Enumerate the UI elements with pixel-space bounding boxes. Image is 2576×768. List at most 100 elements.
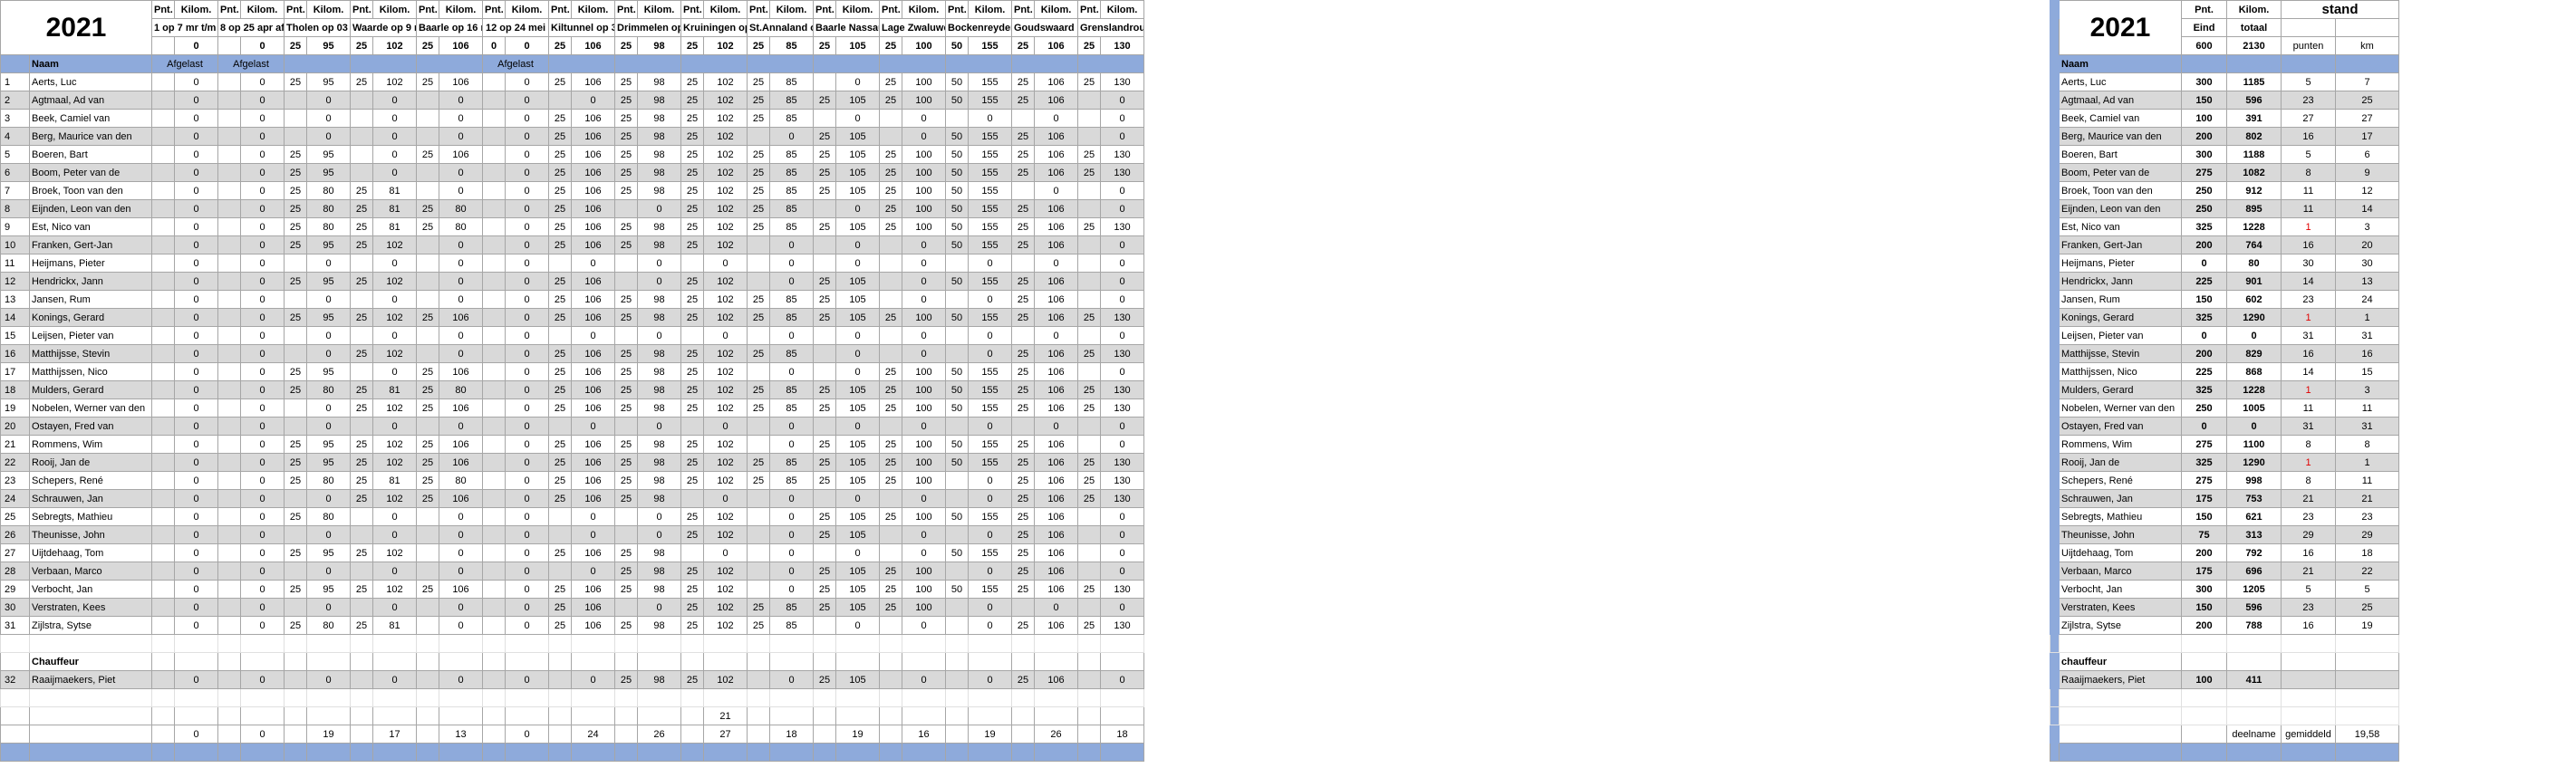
rider-pnt[interactable]: 25 <box>747 344 770 363</box>
rider-pnt[interactable] <box>217 72 241 91</box>
rider-pnt[interactable]: 25 <box>284 616 307 635</box>
empty-cell[interactable] <box>482 652 506 671</box>
rider-km[interactable]: 102 <box>703 235 748 254</box>
rider-pnt[interactable] <box>945 254 969 273</box>
rider-km[interactable]: 0 <box>769 580 814 599</box>
rider-km[interactable]: 102 <box>372 398 417 418</box>
km-header[interactable]: Kilom. <box>902 0 946 19</box>
rider-km[interactable]: 0 <box>240 272 285 291</box>
total-km[interactable]: 1188 <box>2226 145 2282 164</box>
rider-pnt[interactable]: 25 <box>548 453 572 472</box>
rider-km[interactable]: 85 <box>769 145 814 164</box>
rider-pnt[interactable] <box>482 362 506 381</box>
pnt-header[interactable]: Pnt. <box>680 0 704 19</box>
rider-pnt[interactable] <box>1077 362 1101 381</box>
participant-count[interactable]: 16 <box>902 725 946 744</box>
rank-km[interactable]: 13 <box>2334 272 2400 291</box>
band-cell[interactable] <box>2281 743 2336 762</box>
rider-row[interactable]: 24 Schrauwen, Jan 0 0 0 25 102 25 106 0 25 106 25 98 0… <box>0 489 1144 508</box>
afgelast-label[interactable]: Afgelast <box>482 54 549 73</box>
rider-km[interactable]: 106 <box>571 272 615 291</box>
extra-value[interactable] <box>505 706 549 725</box>
rider-pnt[interactable] <box>614 254 638 273</box>
rank-km[interactable]: 15 <box>2334 362 2400 381</box>
rider-pnt[interactable]: 25 <box>680 453 704 472</box>
rider-pnt[interactable] <box>284 326 307 345</box>
rider-km[interactable]: 106 <box>1034 580 1078 599</box>
total-km[interactable]: 753 <box>2226 489 2282 508</box>
rider-km[interactable]: 0 <box>240 525 285 544</box>
rider-km[interactable]: 0 <box>505 109 549 128</box>
rider-pnt[interactable] <box>151 562 175 581</box>
rider-pnt[interactable] <box>813 362 836 381</box>
rider-km[interactable]: 0 <box>571 417 615 436</box>
rider-pnt[interactable] <box>1077 199 1101 218</box>
rider-name[interactable]: Verstraten, Kees <box>2059 598 2182 617</box>
rank-km[interactable]: 20 <box>2334 235 2400 254</box>
rider-pnt[interactable]: 25 <box>614 616 638 635</box>
rider-km[interactable]: 80 <box>439 199 483 218</box>
total-km[interactable]: 596 <box>2226 91 2282 110</box>
rider-km[interactable]: 102 <box>703 453 748 472</box>
rider-km[interactable]: 0 <box>240 507 285 526</box>
rider-km[interactable]: 0 <box>306 562 351 581</box>
max-km-total[interactable]: 2130 <box>2226 36 2282 55</box>
afgelast-label[interactable] <box>747 54 814 73</box>
rider-km[interactable]: 105 <box>835 598 880 617</box>
rank-points[interactable]: 11 <box>2281 398 2336 418</box>
rider-pnt[interactable] <box>350 507 373 526</box>
rider-km[interactable]: 95 <box>306 272 351 291</box>
max-km[interactable]: 95 <box>306 36 351 55</box>
band-cell[interactable] <box>1077 743 1101 762</box>
rider-pnt[interactable] <box>548 417 572 436</box>
standing-row[interactable]: Jansen, Rum 150 602 23 24 <box>2050 290 2400 309</box>
rider-km[interactable]: 0 <box>902 254 946 273</box>
rider-km[interactable]: 0 <box>1100 670 1144 689</box>
rider-name[interactable]: Jansen, Rum <box>29 290 152 309</box>
rider-km[interactable]: 98 <box>637 380 681 399</box>
rider-pnt[interactable] <box>482 181 506 200</box>
rider-pnt[interactable]: 25 <box>416 145 439 164</box>
rider-pnt[interactable]: 25 <box>350 380 373 399</box>
rider-pnt[interactable]: 25 <box>813 290 836 309</box>
rider-pnt[interactable] <box>217 380 241 399</box>
rider-km[interactable]: 106 <box>571 199 615 218</box>
rider-pnt[interactable]: 25 <box>1011 145 1035 164</box>
rider-km[interactable]: 0 <box>902 670 946 689</box>
rider-km[interactable]: 106 <box>1034 489 1078 508</box>
rider-km[interactable]: 0 <box>703 489 748 508</box>
rank-points[interactable]: 16 <box>2281 543 2336 562</box>
rider-km[interactable]: 106 <box>571 72 615 91</box>
rider-km[interactable]: 0 <box>240 580 285 599</box>
rider-pnt[interactable]: 25 <box>1011 308 1035 327</box>
rider-nr[interactable]: 13 <box>0 290 30 309</box>
rider-km[interactable]: 0 <box>174 181 218 200</box>
rider-km[interactable]: 98 <box>637 489 681 508</box>
rider-pnt[interactable] <box>416 598 439 617</box>
rider-km[interactable]: 106 <box>571 308 615 327</box>
rank-km[interactable]: 11 <box>2334 398 2400 418</box>
km-header[interactable]: Kilom. <box>240 0 285 19</box>
rider-pnt[interactable]: 25 <box>879 398 902 418</box>
rider-pnt[interactable] <box>284 489 307 508</box>
rider-km[interactable]: 102 <box>703 398 748 418</box>
rider-pnt[interactable] <box>1011 254 1035 273</box>
empty-cell[interactable] <box>439 688 483 707</box>
rider-pnt[interactable] <box>813 109 836 128</box>
gap-cell[interactable] <box>2050 471 2060 490</box>
rank-km[interactable]: 1 <box>2334 453 2400 472</box>
empty-cell[interactable] <box>571 634 615 653</box>
rider-pnt[interactable] <box>482 235 506 254</box>
rider-pnt[interactable]: 25 <box>747 616 770 635</box>
pnt[interactable] <box>482 706 506 725</box>
rider-km[interactable]: 0 <box>902 272 946 291</box>
rider-km[interactable]: 155 <box>968 398 1012 418</box>
empty-cell[interactable] <box>2226 688 2282 707</box>
band-cell[interactable] <box>240 743 285 762</box>
rider-km[interactable]: 130 <box>1100 471 1144 490</box>
rider-pnt[interactable]: 25 <box>416 362 439 381</box>
empty-cell[interactable] <box>2334 670 2400 689</box>
rider-km[interactable]: 0 <box>306 254 351 273</box>
rider-pnt[interactable] <box>217 217 241 236</box>
rider-pnt[interactable]: 25 <box>1011 398 1035 418</box>
